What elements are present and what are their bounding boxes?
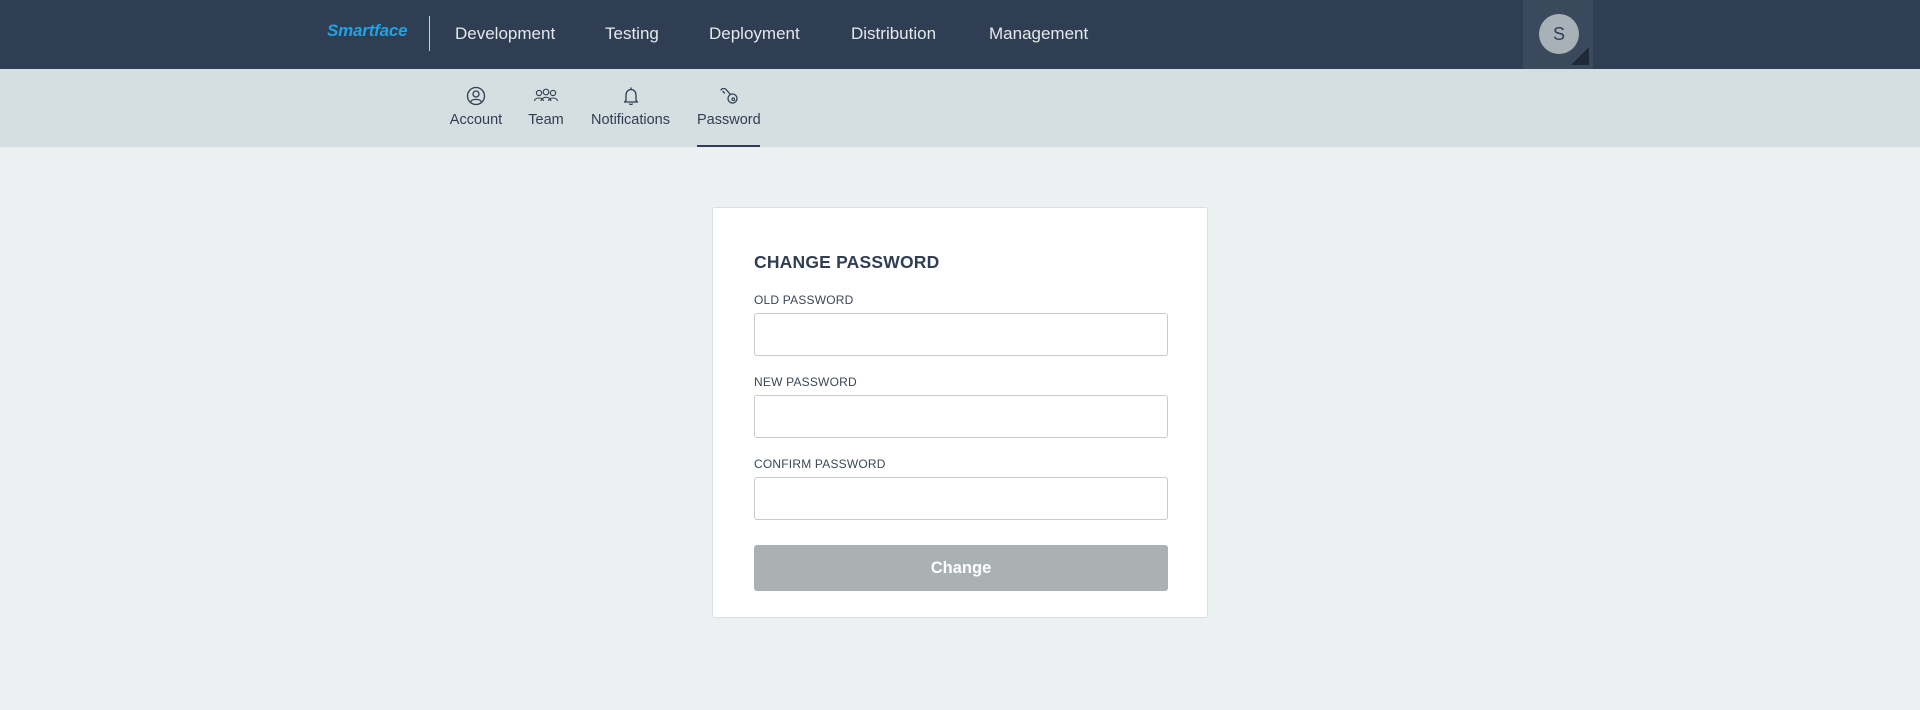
confirm-password-label: CONFIRM PASSWORD <box>754 457 886 471</box>
team-icon <box>533 88 559 102</box>
settings-subnav: Account Team Notifications Password <box>0 69 1920 147</box>
key-icon <box>719 87 738 104</box>
confirm-password-field[interactable] <box>754 477 1168 520</box>
subnav-account[interactable]: Account <box>449 69 503 147</box>
brand-divider <box>429 16 430 51</box>
change-button[interactable]: Change <box>754 545 1168 591</box>
subnav-team[interactable]: Team <box>527 69 565 147</box>
subnav-notifications-label: Notifications <box>591 112 670 128</box>
nav-development[interactable]: Development <box>455 24 555 44</box>
menu-corner-indicator <box>1571 47 1589 65</box>
new-password-label: NEW PASSWORD <box>754 375 857 389</box>
old-password-field[interactable] <box>754 313 1168 356</box>
brand-logo[interactable]: Smartface <box>327 21 408 41</box>
subnav-password-label: Password <box>697 112 761 128</box>
nav-distribution[interactable]: Distribution <box>851 24 936 44</box>
top-navigation-bar: Smartface Development Testing Deployment… <box>0 0 1920 69</box>
nav-management[interactable]: Management <box>989 24 1088 44</box>
subnav-notifications[interactable]: Notifications <box>589 69 672 147</box>
user-menu[interactable]: S <box>1523 0 1593 69</box>
subnav-account-label: Account <box>449 112 503 128</box>
account-icon <box>466 86 486 106</box>
subnav-team-label: Team <box>528 112 564 128</box>
card-title: CHANGE PASSWORD <box>754 252 940 272</box>
nav-testing[interactable]: Testing <box>605 24 659 44</box>
subnav-password[interactable]: Password <box>697 69 761 147</box>
bell-icon <box>623 87 638 106</box>
nav-deployment[interactable]: Deployment <box>709 24 800 44</box>
new-password-field[interactable] <box>754 395 1168 438</box>
active-tab-indicator <box>697 145 760 147</box>
change-password-card: CHANGE PASSWORD OLD PASSWORD NEW PASSWOR… <box>712 207 1208 618</box>
old-password-label: OLD PASSWORD <box>754 293 854 307</box>
